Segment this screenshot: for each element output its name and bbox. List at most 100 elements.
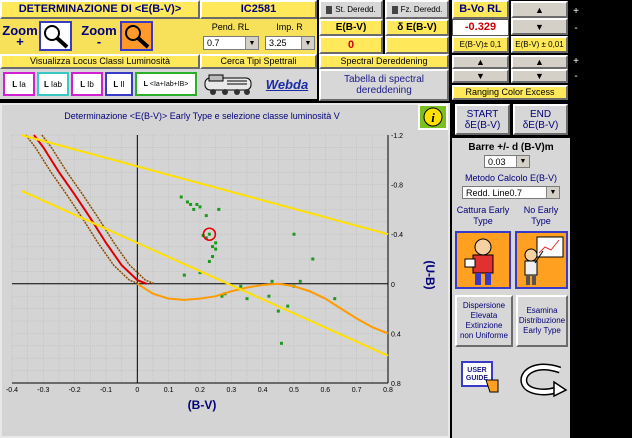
object-name: IC2581 [200,0,317,19]
magnifier-icon [44,25,69,49]
ebv-value: 0 [319,36,383,54]
class-iab-button[interactable]: L Iab [37,72,69,96]
x-tick-label: 0.6 [320,387,330,394]
capture-label: Cattura Early Type [454,203,512,229]
plus-sign-2-text: + [573,55,579,67]
zoom-out-button[interactable] [120,21,153,51]
bvo-up-button[interactable]: ▲ [511,1,568,18]
ebv-step-01-text: E(B-V)± 0,1 [459,40,502,49]
debv-label-text: δ E(B-V) [397,22,437,33]
ranging-label: Ranging Color Excess [452,85,568,100]
spectral-dereddening-text: Spectral Dereddening [340,56,428,66]
x-tick-label: 0.3 [226,387,236,394]
ranging-text: Ranging Color Excess [465,87,555,97]
class-ii-button[interactable]: L II [105,72,133,96]
dereddening-table-button[interactable]: Tabella di spectral dereddening [319,69,449,101]
start-text: START [466,108,499,120]
imp-label-text: Imp. R [276,21,303,32]
end-button[interactable]: END δE(B-V) [513,104,568,135]
chevron-down-icon: ▼ [516,156,529,167]
x-tick-label: -0.4 [6,387,18,394]
back-arrow-button[interactable] [516,360,570,398]
data-point [311,257,315,261]
data-point [279,341,283,345]
data-point [195,202,199,206]
ebv-up-001-button[interactable]: ▲ [511,55,568,69]
data-point [245,297,249,301]
class-ib-prefix: L [80,79,86,89]
data-point [182,273,186,277]
zoom-in-button[interactable] [39,21,72,51]
class-ia-button[interactable]: L Ia [3,72,35,96]
data-point [292,232,296,236]
data-point [204,214,208,218]
ebv-down-01-button[interactable]: ▼ [452,69,509,83]
locomotive-icon-svg [204,74,252,95]
ebv-value-text: 0 [347,38,355,51]
ebv-down-001-button[interactable]: ▼ [511,69,568,83]
no-early-label: No Early Type [514,203,568,229]
data-point [214,241,218,245]
end-text: END [529,108,552,120]
ebv-label: E(B-V) [319,19,383,36]
spectral-search-text: Cerca Tipi Spettrali [220,56,297,66]
arrow-down-icon: ▼ [535,71,544,81]
data-point [267,294,271,298]
bvo-label: B-Vo RL [452,0,509,19]
pend-select[interactable]: 0.7 ▼ [203,36,259,50]
webda-link-text: Webda [265,76,309,92]
class-combined-button[interactable]: L <Ia+Iab+IB> [135,72,197,96]
webda-link[interactable]: Webda [258,74,316,94]
data-point [211,255,215,259]
zoom-minus-label: Zoom - [79,20,119,52]
class-ib-button[interactable]: L Ib [71,72,103,96]
class-ia-text: Ia [19,79,26,89]
examine-button[interactable]: Esamina Distribuzione Early Type [516,295,568,347]
data-point [214,247,218,251]
locomotive-icon[interactable] [203,71,255,97]
person-icon [464,238,494,285]
magnifier-icon [125,25,150,49]
zoom-minus-sign: - [96,34,102,49]
user-guide-button[interactable]: USER GUIDE [456,358,506,398]
dispersion-button[interactable]: Dispersione Elevata Extinzione non Unifo… [455,295,513,347]
imp-select[interactable]: 3.25 ▼ [265,36,315,50]
bvo-label-text: B-Vo RL [459,3,502,15]
method-select[interactable]: Redd. Line0.7 ▼ [462,186,560,199]
y-tick-label: 0.8 [391,381,401,388]
x-tick-label: 0.1 [164,387,174,394]
data-point [270,279,274,283]
start-button[interactable]: START δE(B-V) [455,104,510,135]
spectral-dereddening-label: Spectral Dereddening [319,54,449,69]
no-early-label-text: No Early Type [523,205,559,226]
data-point [192,207,196,211]
bars-select[interactable]: 0.03 ▼ [484,155,530,168]
pend-value: 0.7 [207,38,220,48]
bars-value: 0.03 [488,156,506,167]
minus-sign-2-text: - [574,70,578,82]
bvo-down-button[interactable]: ▼ [511,18,568,35]
y-tick-label: 0.4 [391,331,401,338]
info-button[interactable]: i [418,104,448,130]
method-label: Metodo Calcolo E(B-V) [455,171,567,185]
st-dereddened-button[interactable]: St. Deredd. [319,0,383,19]
st-dereddened-text: St. Deredd. [335,5,376,14]
capture-early-type-button[interactable] [455,231,511,289]
ebv-step-001: E(B-V) ± 0,01 [511,36,568,53]
no-early-type-button[interactable] [515,231,568,289]
y-tick-label: -1.2 [391,133,403,140]
data-point [217,207,221,211]
ebv-step-01: E(B-V)± 0,1 [452,36,509,53]
data-point [179,195,183,199]
arrow-down-icon: ▼ [535,21,544,32]
arrow-up-icon: ▲ [535,4,544,15]
ebv-up-01-button[interactable]: ▲ [452,55,509,69]
class-combined-text: <Ia+Iab+IB> [149,80,189,88]
bvo-value-text: -0.329 [464,21,497,33]
fz-dereddened-button[interactable]: Fz. Deredd. [385,0,449,19]
data-point [333,297,337,301]
fz-dereddened-text: Fz. Deredd. [400,5,443,14]
pend-label: Pend. RL [203,21,258,33]
spectral-search-label: Cerca Tipi Spettrali [200,54,317,69]
examine-text: Esamina Distribuzione Early Type [518,306,566,335]
